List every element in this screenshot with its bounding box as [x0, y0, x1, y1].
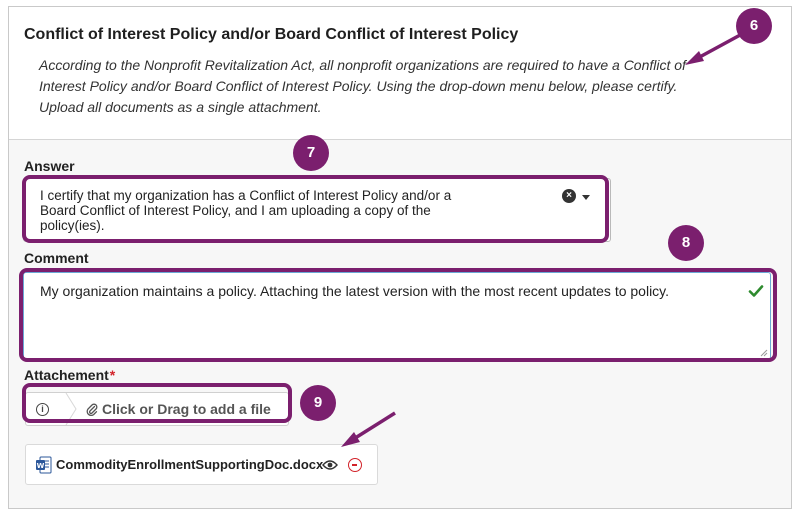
- file-name[interactable]: CommodityEnrollmentSupportingDoc.docx: [56, 457, 323, 472]
- eye-icon[interactable]: [322, 459, 338, 471]
- word-doc-icon: W: [36, 456, 52, 474]
- answer-label: Answer: [24, 158, 75, 174]
- annotation-badge-9: 9: [300, 385, 336, 421]
- annotation-badge-8: 8: [668, 225, 704, 261]
- question-title: Conflict of Interest Policy and/or Board…: [24, 26, 519, 43]
- required-marker: *: [109, 367, 116, 383]
- attachment-label-text: Attachement: [24, 367, 109, 383]
- highlight-comment: [19, 268, 777, 362]
- highlight-attachment: [22, 383, 292, 423]
- svg-text:W: W: [37, 462, 45, 470]
- attached-file: W CommodityEnrollmentSupportingDoc.docx: [25, 444, 378, 485]
- comment-label: Comment: [24, 250, 89, 266]
- annotation-badge-6: 6: [736, 8, 772, 44]
- question-header: Conflict of Interest Policy and/or Board…: [9, 7, 791, 140]
- attachment-label: Attachement*: [24, 367, 115, 383]
- annotation-badge-7: 7: [293, 135, 329, 171]
- remove-circle-icon[interactable]: [348, 458, 362, 472]
- highlight-answer: [22, 175, 609, 243]
- question-description: According to the Nonprofit Revitalizatio…: [39, 57, 686, 115]
